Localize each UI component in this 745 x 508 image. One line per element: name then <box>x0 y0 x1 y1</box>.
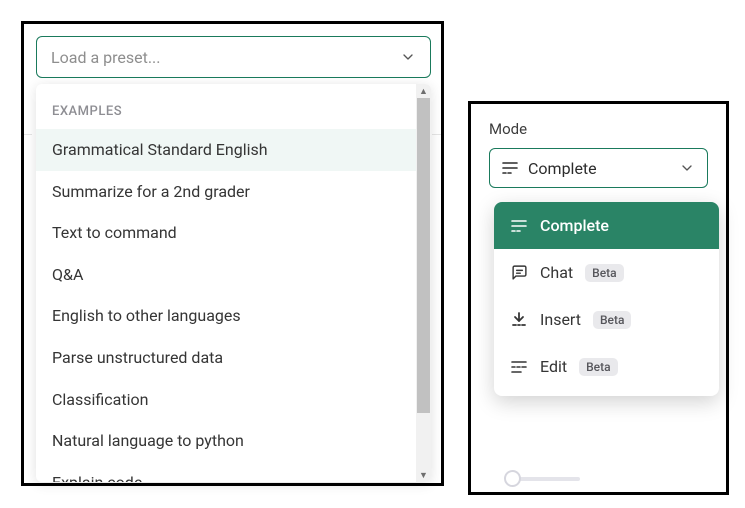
chevron-down-icon <box>679 160 695 176</box>
insert-icon <box>510 311 528 329</box>
preset-option[interactable]: Natural language to python <box>36 420 416 462</box>
preset-option[interactable]: Q&A <box>36 254 416 296</box>
preset-dropdown: EXAMPLES Grammatical Standard EnglishSum… <box>36 84 431 482</box>
scroll-down-icon[interactable]: ▼ <box>419 468 428 482</box>
chat-icon <box>510 264 528 282</box>
mode-option-label: Insert <box>540 310 581 329</box>
divider <box>432 134 441 135</box>
mode-dropdown: Complete Chat Beta Insert Beta Edit Beta <box>494 202 719 396</box>
preset-placeholder: Load a preset... <box>51 48 400 67</box>
beta-badge: Beta <box>585 264 623 282</box>
mode-option-label: Complete <box>540 216 609 235</box>
preset-option[interactable]: Text to command <box>36 212 416 254</box>
preset-option[interactable]: Summarize for a 2nd grader <box>36 171 416 213</box>
scrollbar-thumb[interactable] <box>417 98 430 413</box>
mode-option-chat[interactable]: Chat Beta <box>494 249 719 296</box>
mode-label: Mode <box>489 120 708 138</box>
slider-knob[interactable] <box>504 470 521 487</box>
mode-option-edit[interactable]: Edit Beta <box>494 343 719 390</box>
preset-section-header: EXAMPLES <box>36 90 416 129</box>
scrollbar[interactable]: ▲ ▼ <box>416 84 431 482</box>
preset-dropdown-list: EXAMPLES Grammatical Standard EnglishSum… <box>36 84 416 482</box>
mode-select[interactable]: Complete <box>489 148 708 188</box>
mode-option-label: Edit <box>540 357 567 376</box>
mode-panel: Mode Complete Complete Chat Beta Insert Beta… <box>468 101 729 495</box>
slider[interactable] <box>505 470 580 486</box>
mode-option-insert[interactable]: Insert Beta <box>494 296 719 343</box>
mode-select-value: Complete <box>528 159 669 178</box>
mode-option-complete[interactable]: Complete <box>494 202 719 249</box>
preset-option[interactable]: Explain code <box>36 462 416 482</box>
beta-badge: Beta <box>593 311 631 329</box>
mode-option-label: Chat <box>540 263 573 282</box>
edit-icon <box>510 358 528 376</box>
complete-icon <box>502 161 518 175</box>
preset-option[interactable]: English to other languages <box>36 295 416 337</box>
complete-icon <box>510 217 528 235</box>
divider <box>24 134 32 135</box>
beta-badge: Beta <box>579 358 617 376</box>
preset-panel: Load a preset... EXAMPLES Grammatical St… <box>21 21 444 486</box>
preset-option[interactable]: Parse unstructured data <box>36 337 416 379</box>
chevron-down-icon <box>400 49 416 65</box>
preset-option[interactable]: Grammatical Standard English <box>36 129 416 171</box>
preset-option[interactable]: Classification <box>36 379 416 421</box>
preset-select[interactable]: Load a preset... <box>36 36 431 78</box>
scroll-up-icon[interactable]: ▲ <box>419 84 428 98</box>
